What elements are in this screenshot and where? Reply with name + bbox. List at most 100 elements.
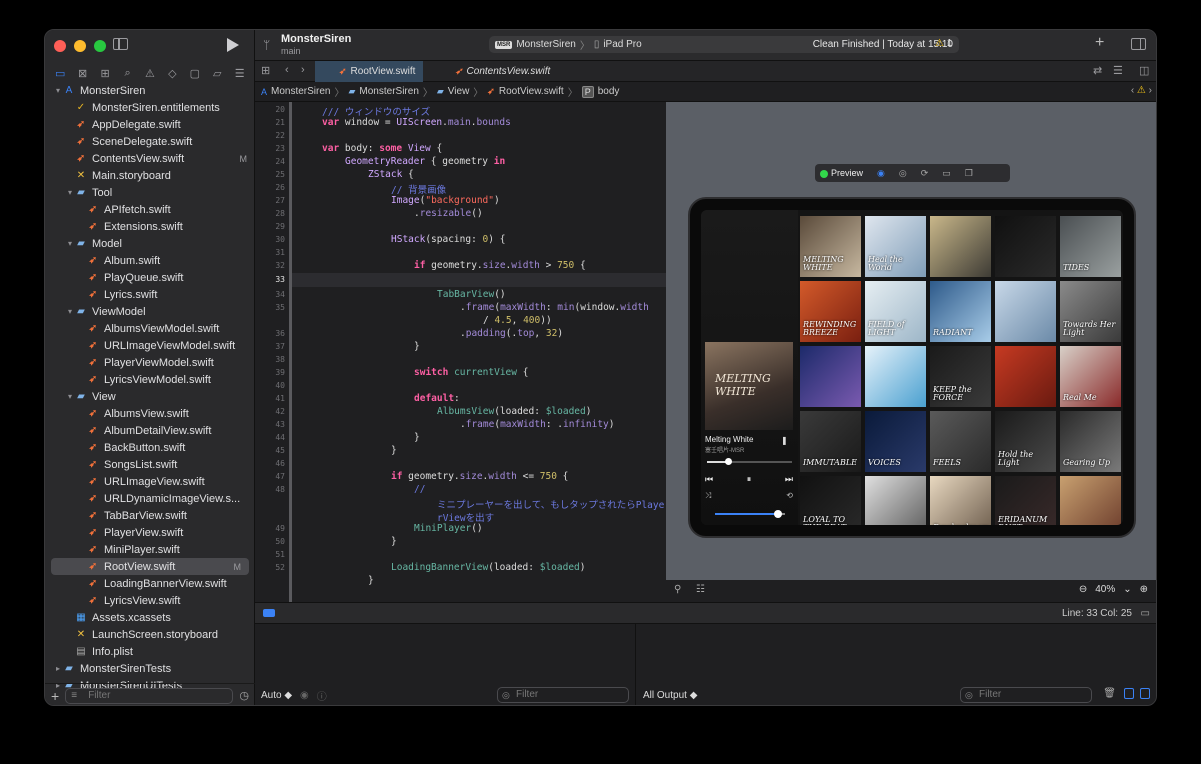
sidebar-item[interactable]: ➶ TabBarView.swift xyxy=(45,507,255,524)
sidebar-item[interactable]: ➶ Album.swift xyxy=(45,252,255,269)
code-line[interactable]: var window = UIScreen.main.bounds xyxy=(322,117,511,128)
device-settings-icon[interactable]: ▭ xyxy=(942,168,951,179)
code-line[interactable]: MiniPlayer() xyxy=(414,523,483,534)
code-line[interactable]: default: xyxy=(414,393,460,404)
test-navigator-icon[interactable]: ◇ xyxy=(164,67,180,80)
album-tile[interactable]: RADIANT xyxy=(930,281,991,342)
mini-player[interactable]: MELTING WHITE Melting White 塞壬唱片-MSR ❚ ⏮… xyxy=(701,210,798,525)
album-tile[interactable] xyxy=(995,216,1056,277)
sidebar-item[interactable]: ➶ LyricsViewModel.swift xyxy=(45,371,255,388)
code-line[interactable]: .padding(.top, 32) xyxy=(460,328,563,339)
tab-rootview[interactable]: ➶ RootView.swift xyxy=(315,61,423,82)
output-select[interactable]: All Output ◆ xyxy=(643,690,697,701)
previous-icon[interactable]: ⏮ xyxy=(705,474,713,485)
zoom-button[interactable] xyxy=(94,40,106,52)
code-line[interactable]: AlbumsView(loaded: $loaded) xyxy=(437,406,591,417)
library-add-icon[interactable]: + xyxy=(1095,34,1104,52)
album-tile[interactable] xyxy=(995,346,1056,407)
code-line[interactable]: Image("background") xyxy=(391,195,500,206)
album-tile[interactable]: FEELS xyxy=(930,411,991,472)
code-line[interactable]: .frame(maxWidth: .infinity) xyxy=(460,419,615,430)
album-tile[interactable]: Hold the Light xyxy=(995,411,1056,472)
album-tile[interactable]: MELTING WHITE xyxy=(800,216,861,277)
breadcrumb-project[interactable]: A MonsterSiren xyxy=(261,86,330,97)
disclosure-open-icon[interactable]: ▾ xyxy=(65,239,75,248)
variables-scope-select[interactable]: Auto ◆ xyxy=(261,690,292,701)
code-line[interactable]: / 4.5, 400)) xyxy=(483,315,552,326)
sidebar-item[interactable]: ➶ Extensions.swift xyxy=(45,218,255,235)
sidebar-item[interactable]: ➶ AlbumsViewModel.swift xyxy=(45,320,255,337)
disclosure-open-icon[interactable]: ▾ xyxy=(65,307,75,316)
code-line[interactable]: // 背景画像 xyxy=(391,182,446,196)
preview-label[interactable]: Preview xyxy=(820,168,863,178)
sidebar-item[interactable]: ➶ PlayerViewModel.swift xyxy=(45,354,255,371)
right-pane-icon[interactable] xyxy=(1140,688,1150,699)
shuffle-icon[interactable]: ⤨ xyxy=(705,491,711,501)
next-icon[interactable]: ⏭ xyxy=(785,474,793,485)
sidebar-item[interactable]: ➶ AppDelegate.swift xyxy=(45,116,255,133)
sidebar-item[interactable]: ➶ PlayerView.swift xyxy=(45,524,255,541)
album-tile[interactable] xyxy=(995,281,1056,342)
album-tile[interactable]: Heal the World xyxy=(865,216,926,277)
preview-canvas[interactable]: Preview ◉ ◎ ⟳ ▭ ❐ MELTING WHITE Melting … xyxy=(666,102,1156,580)
code-line[interactable]: } xyxy=(368,575,374,586)
variables-view[interactable]: Auto ◆ ◉ ⓘ Filter xyxy=(255,624,636,705)
breakpoint-navigator-icon[interactable]: ▱ xyxy=(209,67,225,80)
close-button[interactable] xyxy=(54,40,66,52)
code-line[interactable]: ミニプレーヤーを出して、もしタップされたらPlaye xyxy=(437,497,664,511)
album-tile[interactable]: Real Me xyxy=(1060,346,1121,407)
album-tile[interactable]: LOYAL TO THE BEAT xyxy=(800,476,861,525)
grid-icon[interactable]: ⊞ xyxy=(261,64,270,77)
code-line[interactable]: } xyxy=(391,536,397,547)
eye-icon[interactable]: ◉ xyxy=(300,690,309,701)
run-button[interactable] xyxy=(227,38,239,52)
sidebar-item[interactable]: ▸ ▰ MonsterSirenTests xyxy=(45,660,255,677)
album-tile[interactable] xyxy=(800,346,861,407)
sidebar-item[interactable]: ▾ ▰ ViewModel xyxy=(45,303,255,320)
sidebar-item[interactable]: ▾ ▰ Tool xyxy=(45,184,255,201)
disclosure-open-icon[interactable]: ▾ xyxy=(53,86,63,95)
sidebar-item[interactable]: ▦ Assets.xcassets xyxy=(45,609,255,626)
recent-files-icon[interactable]: ◷ xyxy=(239,689,249,702)
device-selector[interactable]: iPad Pro xyxy=(603,39,641,50)
progress-bar[interactable] xyxy=(707,461,792,463)
zoom-level[interactable]: 40% xyxy=(1095,584,1115,595)
debug-navigator-icon[interactable]: ▢ xyxy=(187,67,203,80)
code-line[interactable]: .resizable() xyxy=(414,208,483,219)
disclosure-closed-icon[interactable]: ▸ xyxy=(53,664,63,673)
sidebar-item[interactable]: ➶ RootView.swift M xyxy=(51,558,249,575)
report-navigator-icon[interactable]: ☰ xyxy=(232,67,248,80)
disclosure-open-icon[interactable]: ▾ xyxy=(65,188,75,197)
sidebar-item[interactable]: ➶ URLImageView.swift xyxy=(45,473,255,490)
pin-icon[interactable]: ⚲ xyxy=(674,584,681,595)
album-tile[interactable] xyxy=(865,346,926,407)
sidebar-item[interactable]: ▾ ▰ View xyxy=(45,388,255,405)
pause-icon[interactable]: ⏸ xyxy=(747,474,752,485)
issue-navigator-icon[interactable]: ⚠ xyxy=(142,67,158,80)
sidebar-item[interactable]: ✓ MonsterSiren.entitlements xyxy=(45,99,255,116)
forward-icon[interactable]: › xyxy=(301,64,305,76)
live-mode-icon[interactable]: ◉ xyxy=(877,168,885,179)
variants-icon[interactable]: ☷ xyxy=(696,584,705,595)
project-navigator-icon[interactable]: ▭ xyxy=(52,67,68,80)
album-tile[interactable]: KEEP the FORCE xyxy=(930,346,991,407)
sidebar-item[interactable]: ➶ PlayQueue.swift xyxy=(45,269,255,286)
disclosure-open-icon[interactable]: ▾ xyxy=(65,392,75,401)
left-pane-icon[interactable] xyxy=(1124,688,1134,699)
code-line[interactable]: /// ウィンドウのサイズ xyxy=(322,104,430,118)
trash-icon[interactable]: 🗑 xyxy=(1103,688,1116,699)
breadcrumb-symbol[interactable]: Pbody xyxy=(581,85,619,98)
code-line[interactable]: rViewを出す xyxy=(437,510,494,524)
swap-icon[interactable]: ⇄ xyxy=(1093,64,1102,77)
album-tile[interactable]: ERIDANUM DUST xyxy=(995,476,1056,525)
sidebar-item[interactable]: ➶ ContentsView.swift M xyxy=(45,150,255,167)
breadcrumb-group[interactable]: ▰ MonsterSiren xyxy=(348,86,418,97)
sidebar-item[interactable]: ➶ LyricsView.swift xyxy=(45,592,255,609)
issue-navigation[interactable]: ‹ ⚠ › xyxy=(1131,85,1152,96)
scheme-selector[interactable]: MonsterSiren xyxy=(516,39,575,50)
minimize-button[interactable] xyxy=(74,40,86,52)
album-tile[interactable]: Gearing Up xyxy=(1060,411,1121,472)
sidebar-item[interactable]: ➶ APIfetch.swift xyxy=(45,201,255,218)
album-tile[interactable]: VOICES xyxy=(865,411,926,472)
progress-knob[interactable] xyxy=(725,458,733,465)
